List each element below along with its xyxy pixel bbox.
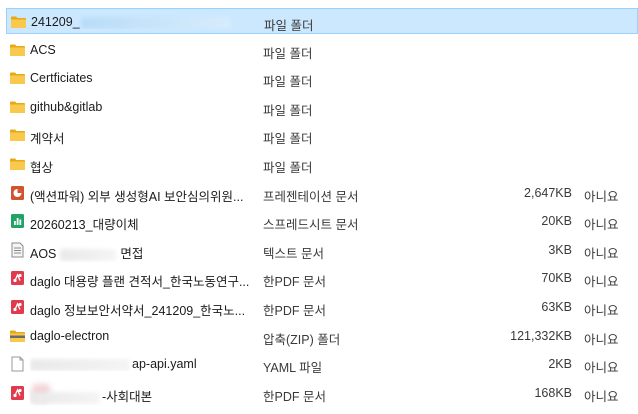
file-type: 압축(ZIP) 폴더 bbox=[263, 332, 341, 347]
file-name-text: daglo 대용량 플랜 견적서_한국노동연구... bbox=[30, 275, 250, 290]
file-attribute: 아니요 bbox=[584, 361, 619, 376]
file-size: 121,332KB bbox=[510, 328, 572, 343]
file-type: 프레젠테이션 문서 bbox=[263, 189, 359, 204]
file-name-text: ACS bbox=[30, 42, 56, 57]
folder-icon bbox=[10, 14, 27, 30]
file-size: 2,647KB bbox=[524, 185, 572, 200]
file-name-text: ap-api.yaml bbox=[132, 357, 197, 372]
file-name-text: github&gitlab bbox=[30, 99, 103, 114]
file-attribute: 아니요 bbox=[584, 275, 619, 290]
file-name-text: AOS bbox=[30, 246, 57, 261]
file-row[interactable]: AOS 면접 텍스트 문서 3KB 아니요 bbox=[6, 237, 638, 263]
file-name: (액션파워) 외부 생성형AI 보안심의위원... bbox=[30, 186, 258, 205]
file-name-text: 20260213_대량이체 bbox=[30, 218, 139, 233]
file-row[interactable]: daglo 대용량 플랜 견적서_한국노동연구... 한PDF 문서 70KB 아니요 bbox=[6, 265, 638, 291]
file-name: -사회대본 bbox=[30, 386, 258, 405]
folder-icon bbox=[9, 42, 26, 58]
folder-icon bbox=[9, 99, 26, 115]
folder-row[interactable]: 협상 파일 폴더 bbox=[6, 151, 638, 177]
file-name: 20260213_대량이체 bbox=[30, 214, 258, 233]
folder-row[interactable]: Certficiates 파일 폴더 bbox=[6, 65, 638, 91]
file-name-text: 241209_ bbox=[31, 15, 80, 29]
file-name: daglo 정보보안서약서_241209_한국노... bbox=[30, 300, 258, 319]
file-name: daglo-electron bbox=[30, 329, 258, 343]
file-type: 한PDF 문서 bbox=[263, 304, 326, 318]
file-type: YAML 파일 bbox=[263, 361, 323, 376]
file-type: 한PDF 문서 bbox=[263, 275, 326, 290]
file-row[interactable]: ap-api.yaml YAML 파일 2KB 아니요 bbox=[6, 351, 638, 377]
folder-icon bbox=[9, 127, 26, 143]
folder-row[interactable]: github&gitlab 파일 폴더 bbox=[6, 94, 638, 120]
text-document-icon bbox=[9, 242, 26, 258]
redaction-blur bbox=[80, 16, 231, 29]
redaction-blur bbox=[30, 391, 100, 404]
file-size: 168KB bbox=[534, 385, 572, 400]
yaml-file-icon bbox=[9, 356, 26, 372]
folder-row[interactable]: 계약서 파일 폴더 bbox=[6, 122, 638, 148]
file-type: 파일 폴더 bbox=[263, 75, 313, 90]
file-name: daglo 대용량 플랜 견적서_한국노동연구... bbox=[30, 271, 258, 290]
file-name-suffix: 면접 bbox=[120, 246, 144, 261]
file-name-text: -사회대본 bbox=[102, 389, 153, 404]
file-list: 241209_ 파일 폴더 ACS 파일 폴더 Certficiates 파일 폴더 git… bbox=[0, 0, 638, 414]
file-name-text: daglo 정보보안서약서_241209_한국노... bbox=[30, 304, 246, 318]
folder-row[interactable]: ACS 파일 폴더 bbox=[6, 37, 638, 63]
file-name-text: 협상 bbox=[30, 161, 54, 175]
file-type: 파일 폴더 bbox=[264, 19, 314, 33]
file-attribute: 아니요 bbox=[584, 332, 619, 347]
folder-icon bbox=[9, 156, 26, 172]
file-type: 파일 폴더 bbox=[263, 161, 313, 175]
presentation-icon bbox=[9, 185, 26, 201]
file-type: 한PDF 문서 bbox=[263, 389, 326, 404]
file-row[interactable]: (액션파워) 외부 생성형AI 보안심의위원... 프레젠테이션 문서 2,647K… bbox=[6, 180, 638, 206]
file-attribute: 아니요 bbox=[584, 389, 619, 404]
pdf-icon bbox=[9, 385, 26, 401]
file-row[interactable]: 20260213_대량이체 스프레드시트 문서 20KB 아니요 bbox=[6, 208, 638, 234]
file-name-text: Certficiates bbox=[30, 71, 93, 86]
redaction-blur bbox=[30, 358, 130, 371]
file-attribute: 아니요 bbox=[584, 304, 619, 318]
file-size: 2KB bbox=[548, 357, 572, 372]
file-name-text: (액션파워) 외부 생성형AI 보안심의위원... bbox=[30, 189, 244, 204]
file-size: 3KB bbox=[548, 242, 572, 257]
file-type: 파일 폴더 bbox=[263, 103, 313, 118]
pdf-icon bbox=[9, 270, 26, 286]
pdf-icon bbox=[9, 299, 26, 315]
folder-row[interactable]: 241209_ 파일 폴더 bbox=[6, 8, 638, 34]
file-name: AOS 면접 bbox=[30, 243, 258, 262]
file-size: 20KB bbox=[541, 214, 572, 229]
zip-folder-icon bbox=[9, 328, 26, 344]
file-attribute: 아니요 bbox=[584, 246, 619, 261]
file-type: 파일 폴더 bbox=[263, 132, 313, 147]
file-name-text: 계약서 bbox=[30, 132, 65, 147]
folder-icon bbox=[9, 70, 26, 86]
file-name: ACS bbox=[30, 43, 258, 57]
file-name: Certficiates bbox=[30, 71, 258, 85]
file-name: 협상 bbox=[30, 157, 258, 176]
file-name: 계약서 bbox=[30, 128, 258, 147]
file-type: 텍스트 문서 bbox=[263, 246, 324, 261]
file-size: 70KB bbox=[541, 271, 572, 286]
file-type: 파일 폴더 bbox=[263, 46, 313, 61]
file-size: 63KB bbox=[541, 300, 572, 314]
redaction-blur bbox=[60, 248, 117, 261]
file-row[interactable]: daglo 정보보안서약서_241209_한국노... 한PDF 문서 63KB 아니… bbox=[6, 294, 638, 320]
file-name: 241209_ bbox=[31, 15, 259, 29]
file-type: 스프레드시트 문서 bbox=[263, 218, 359, 233]
file-attribute: 아니요 bbox=[584, 189, 619, 204]
spreadsheet-icon bbox=[9, 213, 26, 229]
file-row[interactable]: -사회대본 한PDF 문서 168KB 아니요 bbox=[6, 380, 638, 406]
file-attribute: 아니요 bbox=[584, 218, 619, 233]
file-name-text: daglo-electron bbox=[30, 328, 110, 343]
file-name: ap-api.yaml bbox=[30, 357, 258, 371]
folder-row[interactable]: daglo-electron 압축(ZIP) 폴더 121,332KB 아니요 bbox=[6, 323, 638, 349]
file-name: github&gitlab bbox=[30, 100, 258, 114]
